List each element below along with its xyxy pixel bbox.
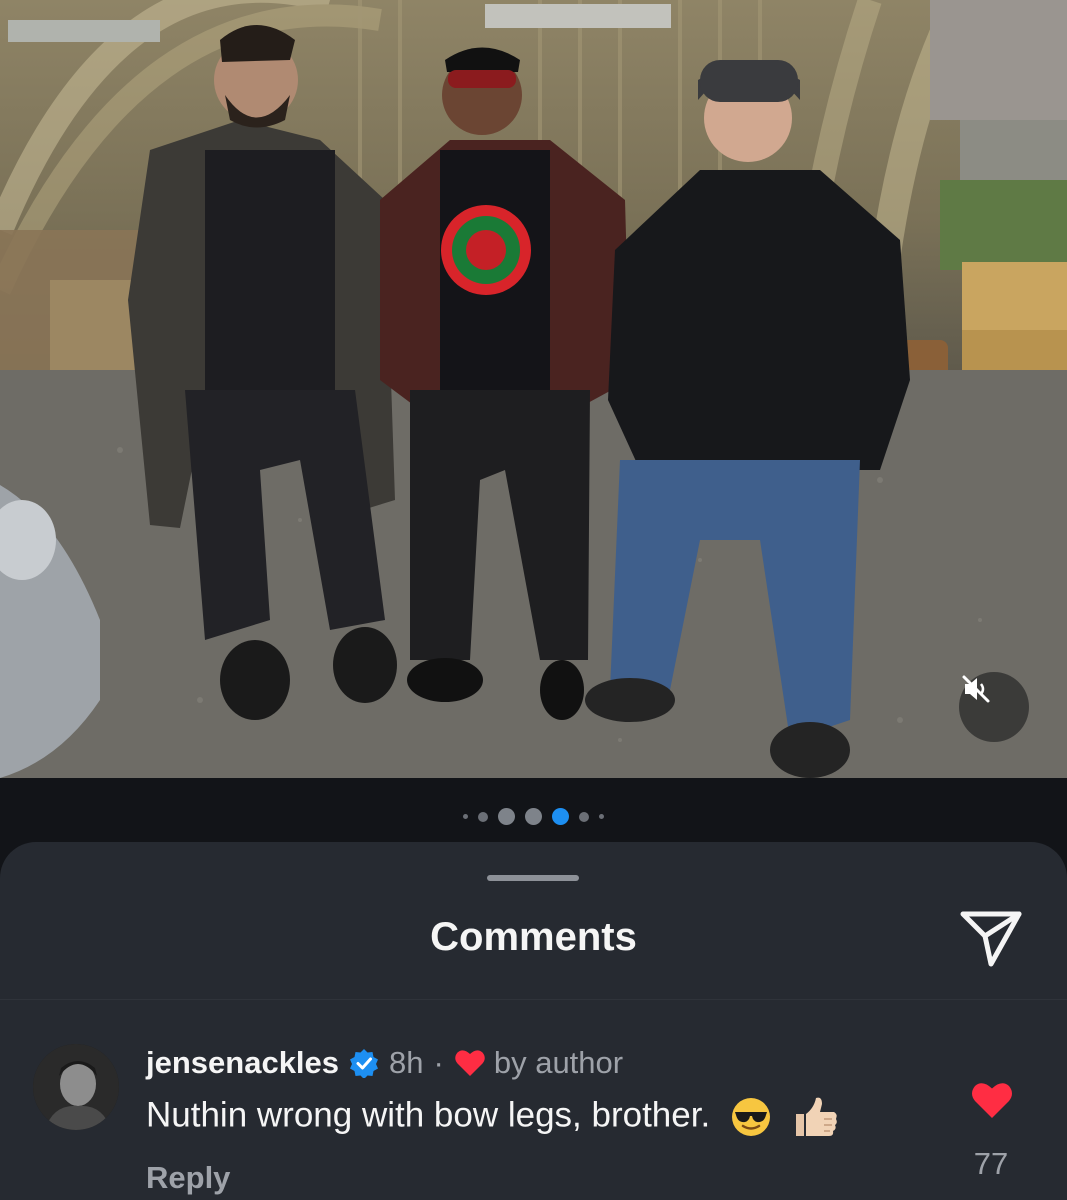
thumbs-up-emoji-icon <box>795 1097 837 1136</box>
carousel-dot <box>498 808 515 825</box>
sheet-drag-handle[interactable] <box>487 875 579 881</box>
liked-by-author-label: by author <box>493 1045 624 1080</box>
speaker-muted-icon <box>962 675 990 703</box>
verified-badge-icon <box>350 1049 379 1078</box>
sunglasses-emoji-icon <box>731 1098 770 1136</box>
carousel-dot <box>525 808 542 825</box>
comments-title: Comments <box>430 915 637 959</box>
carousel-dot <box>478 811 488 822</box>
meta-separator: · <box>433 1045 444 1080</box>
like-heart-icon[interactable] <box>970 1080 1014 1120</box>
comment-body: Nuthin wrong with bow legs, brother. <box>146 1094 840 1140</box>
like-count: 77 <box>973 1146 1009 1181</box>
avatar[interactable] <box>33 1044 119 1130</box>
comment-timestamp: 8h <box>389 1045 424 1080</box>
post-media[interactable] <box>0 0 1067 778</box>
comment-header: jensenackles 8h · by author <box>146 1043 623 1083</box>
reply-button[interactable]: Reply <box>146 1160 230 1196</box>
comment-text: Nuthin wrong with bow legs, brother. <box>146 1095 711 1135</box>
carousel-dot <box>599 814 604 819</box>
carousel-dot <box>579 811 589 822</box>
comment-username[interactable]: jensenackles <box>146 1045 339 1081</box>
comments-sheet: Comments <box>0 842 1067 1200</box>
profile-picture <box>33 1044 119 1130</box>
heart-icon <box>455 1050 485 1076</box>
share-send-icon[interactable] <box>958 908 1024 968</box>
sheet-divider <box>0 999 1067 1000</box>
carousel-indicator[interactable] <box>0 808 1067 825</box>
carousel-dot-active <box>552 808 569 825</box>
carousel-dot <box>463 814 468 819</box>
post-photo <box>0 0 1067 778</box>
mute-button[interactable] <box>959 672 1029 742</box>
